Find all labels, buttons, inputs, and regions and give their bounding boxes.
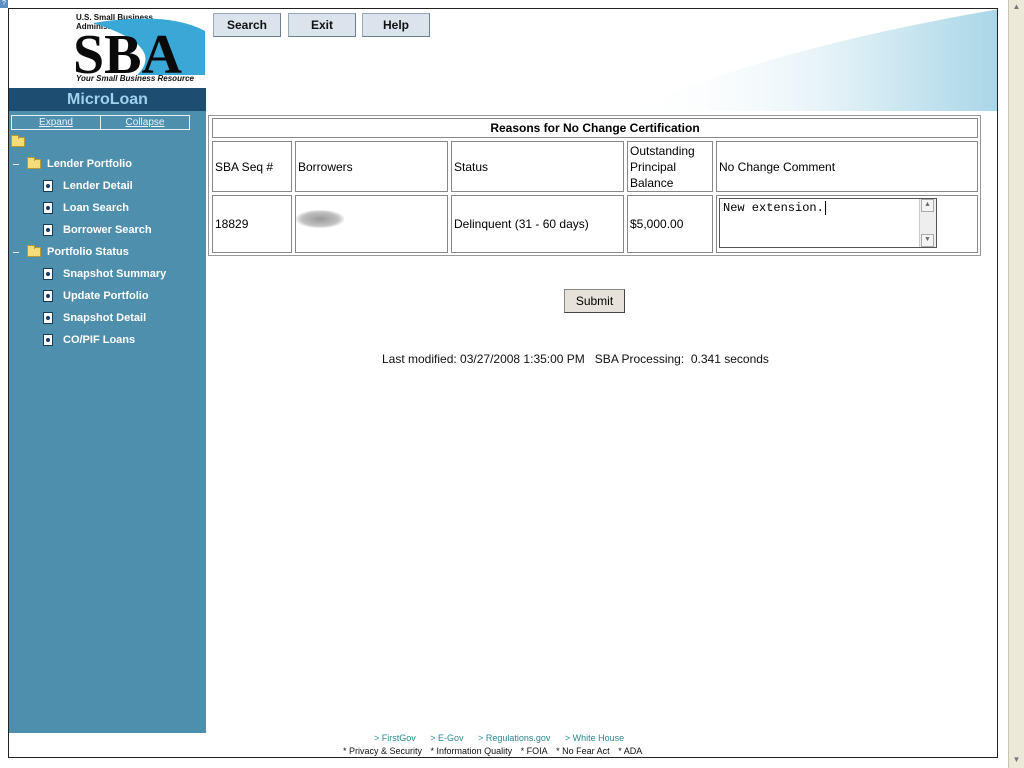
folder-open-icon <box>27 245 41 257</box>
no-change-comment-textarea[interactable]: New extension. ▲ ▼ <box>719 198 937 248</box>
sidebar-item-label: Portfolio Status <box>47 246 129 258</box>
footer-link-ada[interactable]: * ADA <box>618 746 642 756</box>
sidebar-item-snapshot-summary[interactable]: Snapshot Summary <box>43 266 166 282</box>
document-icon <box>43 268 53 280</box>
sidebar-item-co-pif-loans[interactable]: CO/PIF Loans <box>43 332 135 348</box>
sidebar: U.S. Small Business Administration SBA Y… <box>9 9 206 733</box>
certification-table: Reasons for No Change Certification SBA … <box>208 115 981 256</box>
footer-link-firstgov[interactable]: > FirstGov <box>374 733 416 743</box>
comment-scrollbar[interactable]: ▲ ▼ <box>919 199 936 247</box>
sidebar-item-label: CO/PIF Loans <box>63 334 136 346</box>
footer-legal-links: * Privacy & Security * Information Quali… <box>343 746 648 756</box>
footer-link-privacy[interactable]: * Privacy & Security <box>343 746 422 756</box>
sidebar-item-label: Snapshot Detail <box>63 312 147 324</box>
sidebar-item-borrower-search[interactable]: Borrower Search <box>43 222 152 238</box>
expand-link[interactable]: Expand <box>12 116 101 129</box>
logo-tagline: Your Small Business Resource <box>76 74 194 83</box>
sidebar-item-label: Borrower Search <box>63 224 152 236</box>
column-header-balance: Outstanding Principal Balance <box>627 141 713 192</box>
tree-controls: Expand Collapse <box>11 115 190 130</box>
footer-link-regulations[interactable]: > Regulations.gov <box>478 733 550 743</box>
comment-text: New extension. <box>723 201 824 215</box>
document-icon <box>43 290 53 302</box>
sidebar-item-portfolio-status[interactable]: Portfolio Status <box>27 244 129 260</box>
sba-logo: U.S. Small Business Administration SBA Y… <box>9 9 206 88</box>
footer-links: > FirstGov > E-Gov > Regulations.gov > W… <box>374 733 636 743</box>
document-icon <box>43 334 53 346</box>
column-header-seq: SBA Seq # <box>212 141 292 192</box>
sidebar-item-label: Loan Search <box>63 202 130 214</box>
sidebar-item-snapshot-detail[interactable]: Snapshot Detail <box>43 310 146 326</box>
scroll-up-icon[interactable]: ▲ <box>1011 1 1022 12</box>
footer-link-foia[interactable]: * FOIA <box>521 746 548 756</box>
footer-link-egov[interactable]: > E-Gov <box>430 733 463 743</box>
footer-link-no-fear[interactable]: * No Fear Act <box>556 746 610 756</box>
document-icon <box>43 180 53 192</box>
sidebar-item-label: Lender Detail <box>63 180 133 192</box>
sidebar-item-label: Update Portfolio <box>63 290 149 302</box>
page-frame: U.S. Small Business Administration SBA Y… <box>8 8 998 758</box>
document-icon <box>43 312 53 324</box>
sba-logo-mark-icon: SBA <box>73 18 205 75</box>
sidebar-item-label: Snapshot Summary <box>63 268 167 280</box>
submit-button[interactable]: Submit <box>564 289 625 313</box>
help-button[interactable]: Help <box>362 13 430 37</box>
sidebar-item-update-portfolio[interactable]: Update Portfolio <box>43 288 149 304</box>
sidebar-item-lender-detail[interactable]: Lender Detail <box>43 178 133 194</box>
collapse-minus-icon[interactable] <box>13 164 19 165</box>
redacted-borrower-name <box>296 210 344 228</box>
search-button[interactable]: Search <box>213 13 281 37</box>
document-icon <box>43 224 53 236</box>
footer-link-whitehouse[interactable]: > White House <box>565 733 624 743</box>
folder-open-icon <box>11 135 25 147</box>
app-title: MicroLoan <box>9 88 206 111</box>
footer-link-info-quality[interactable]: * Information Quality <box>431 746 513 756</box>
scroll-down-icon[interactable]: ▼ <box>921 234 934 247</box>
column-header-borrowers: Borrowers <box>295 141 448 192</box>
tree-root-folder[interactable] <box>11 134 31 150</box>
svg-text:SBA: SBA <box>73 24 182 75</box>
window-scrollbar[interactable]: ▲ ▼ <box>1008 0 1024 768</box>
column-header-comment: No Change Comment <box>716 141 978 192</box>
last-modified-text: Last modified: 03/27/2008 1:35:00 PM SBA… <box>382 352 769 366</box>
folder-open-icon <box>27 157 41 169</box>
scroll-down-icon[interactable]: ▼ <box>1011 754 1022 765</box>
scroll-up-icon[interactable]: ▲ <box>921 199 934 212</box>
table-row-borrower <box>295 195 448 253</box>
exit-button[interactable]: Exit <box>288 13 356 37</box>
table-row-comment-cell: New extension. ▲ ▼ <box>716 195 978 253</box>
collapse-minus-icon[interactable] <box>13 252 19 253</box>
table-row-seq: 18829 <box>212 195 292 253</box>
table-row-balance: $5,000.00 <box>627 195 713 253</box>
table-title: Reasons for No Change Certification <box>212 118 978 138</box>
collapse-link[interactable]: Collapse <box>101 116 189 129</box>
sidebar-item-label: Lender Portfolio <box>47 158 132 170</box>
sidebar-item-loan-search[interactable]: Loan Search <box>43 200 129 216</box>
table-row-status: Delinquent (31 - 60 days) <box>451 195 624 253</box>
document-icon <box>43 202 53 214</box>
sidebar-item-lender-portfolio[interactable]: Lender Portfolio <box>27 156 132 172</box>
column-header-status: Status <box>451 141 624 192</box>
page-icon: ? <box>0 0 8 8</box>
